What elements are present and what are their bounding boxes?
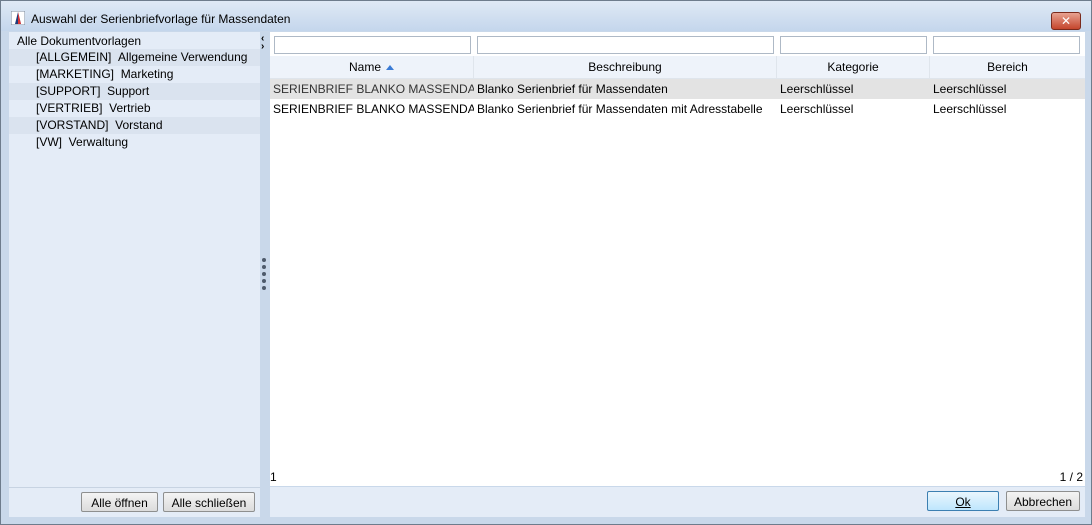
tree-item-label: [SUPPORT] Support (36, 84, 150, 98)
tree-root[interactable]: Alle Dokumentvorlagen (17, 33, 141, 49)
category-tree-panel: Alle Dokumentvorlagen [ALLGEMEIN] Allgem… (9, 32, 260, 517)
grip-dot-icon (262, 265, 266, 269)
template-table-panel: Name Beschreibung Kategorie Bereich SERI… (270, 32, 1085, 486)
filter-area-input[interactable] (933, 36, 1080, 54)
collapse-all-button[interactable]: Alle schließen (163, 492, 255, 512)
cell-name: SERIENBRIEF BLANKO MASSENDAT… (273, 82, 474, 96)
sort-ascending-icon (386, 65, 394, 71)
grip-dot-icon (262, 272, 266, 276)
tree-item-label: [VORSTAND] Vorstand (36, 118, 163, 132)
tree-item-label: [MARKETING] Marketing (36, 67, 174, 81)
collapse-chevron-icon[interactable]: ‹ › (261, 34, 264, 52)
close-button[interactable]: ✕ (1051, 12, 1081, 30)
cancel-button[interactable]: Abbrechen (1006, 491, 1080, 511)
cell-description: Blanko Serienbrief für Massendaten mit A… (477, 102, 763, 116)
title-bar: Auswahl der Serienbriefvorlage für Masse… (1, 1, 1091, 31)
cell-name: SERIENBRIEF BLANKO MASSENDAT… (273, 102, 474, 116)
tree-item-allgemein[interactable]: [ALLGEMEIN] Allgemeine Verwendung (9, 49, 260, 66)
ok-button[interactable]: Ok (927, 491, 999, 511)
filter-name-input[interactable] (274, 36, 471, 54)
tree-item-marketing[interactable]: [MARKETING] Marketing (9, 66, 260, 83)
row-count: 1 (270, 470, 277, 484)
cell-description: Blanko Serienbrief für Massendaten (477, 82, 668, 96)
column-header-name[interactable]: Name (270, 56, 474, 78)
cell-category: Leerschlüssel (780, 82, 854, 96)
dialog-button-bar: Ok Abbrechen (270, 487, 1085, 517)
grip-dot-icon (262, 258, 266, 262)
app-icon (11, 11, 25, 25)
tree-item-vw[interactable]: [VW] Verwaltung (9, 134, 260, 151)
filter-category-input[interactable] (780, 36, 927, 54)
tree-item-label: [VERTRIEB] Vertrieb (36, 101, 151, 115)
cell-category: Leerschlüssel (780, 102, 854, 116)
panel-splitter[interactable]: ‹ › (260, 32, 269, 517)
tree-button-bar: Alle öffnen Alle schließen (9, 487, 260, 518)
tree-item-label: [ALLGEMEIN] Allgemeine Verwendung (36, 50, 248, 64)
grip-dot-icon (262, 279, 266, 283)
filter-description-input[interactable] (477, 36, 774, 54)
window-title: Auswahl der Serienbriefvorlage für Masse… (31, 12, 291, 26)
table-header: Name Beschreibung Kategorie Bereich (270, 56, 1085, 79)
table-row[interactable]: SERIENBRIEF BLANKO MASSENDAT… Blanko Ser… (270, 99, 1085, 119)
page-indicator: 1 / 2 (1059, 470, 1083, 484)
tree-item-vorstand[interactable]: [VORSTAND] Vorstand (9, 117, 260, 134)
column-header-category[interactable]: Kategorie (777, 56, 930, 78)
tree-item-vertrieb[interactable]: [VERTRIEB] Vertrieb (9, 100, 260, 117)
cell-area: Leerschlüssel (933, 102, 1007, 116)
grip-dot-icon (262, 286, 266, 290)
dialog-window: Auswahl der Serienbriefvorlage für Masse… (0, 0, 1092, 525)
cell-area: Leerschlüssel (933, 82, 1007, 96)
tree-item-label: [VW] Verwaltung (36, 135, 129, 149)
column-header-description[interactable]: Beschreibung (474, 56, 777, 78)
expand-all-button[interactable]: Alle öffnen (81, 492, 158, 512)
tree-item-support[interactable]: [SUPPORT] Support (9, 83, 260, 100)
table-row[interactable]: SERIENBRIEF BLANKO MASSENDAT… Blanko Ser… (270, 79, 1085, 99)
column-header-area[interactable]: Bereich (930, 56, 1085, 78)
